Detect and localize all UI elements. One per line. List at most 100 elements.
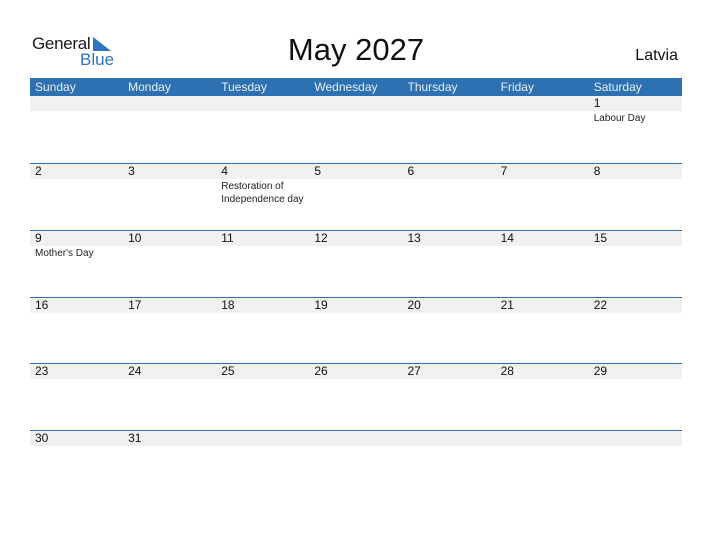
weekday-friday: Friday <box>500 80 534 94</box>
weekday-thursday: Thursday <box>407 80 458 94</box>
day-cell <box>309 96 402 125</box>
day-cell: 17 <box>123 298 216 314</box>
day-number: 14 <box>500 231 514 245</box>
week-row: 1 Labour Day <box>30 96 682 162</box>
day-cell: 27 <box>403 364 496 380</box>
day-number: 12 <box>314 231 328 245</box>
day-number: 1 <box>593 96 601 110</box>
day-number <box>408 96 496 111</box>
day-cell: 29 <box>589 364 682 380</box>
week-row: 23 24 25 26 27 28 29 <box>30 363 682 429</box>
day-number: 28 <box>500 364 514 378</box>
weekday-tuesday: Tuesday <box>221 80 267 94</box>
day-cell <box>309 431 402 447</box>
day-cell: 23 <box>30 364 123 380</box>
day-number <box>221 96 309 111</box>
calendar-title: May 2027 <box>287 32 425 67</box>
week-cells: 30 31 <box>30 431 682 447</box>
weekday-saturday: Saturday <box>593 80 642 94</box>
day-cell: 11 <box>216 231 309 260</box>
day-number <box>128 96 216 111</box>
week-row: 2 3 4 Restoration of Independence day 5 6 7 8 <box>30 163 682 229</box>
day-cell: 19 <box>309 298 402 314</box>
day-number: 25 <box>221 364 235 378</box>
day-cell: 12 <box>309 231 402 260</box>
week-cells: 16 17 18 19 20 21 22 <box>30 298 682 314</box>
day-cell <box>403 96 496 125</box>
weekday-monday: Monday <box>128 80 171 94</box>
day-number: 9 <box>35 231 42 245</box>
day-number: 16 <box>35 298 49 312</box>
day-number: 21 <box>500 298 514 312</box>
day-cell: 31 <box>123 431 216 447</box>
day-number: 8 <box>593 164 601 178</box>
day-number: 18 <box>221 298 235 312</box>
day-number: 19 <box>314 298 328 312</box>
day-number <box>594 431 682 446</box>
week-cells: 9 Mother's Day 10 11 12 13 14 15 <box>30 231 682 260</box>
day-cell: 26 <box>309 364 402 380</box>
day-number <box>501 431 589 446</box>
weekday-wednesday: Wednesday <box>314 80 378 94</box>
day-number: 6 <box>407 164 415 178</box>
day-cell: 14 <box>496 231 589 260</box>
day-cell <box>123 96 216 125</box>
day-cell: 28 <box>496 364 589 380</box>
day-number: 4 <box>221 164 228 178</box>
day-number: 7 <box>500 164 508 178</box>
day-cell: 21 <box>496 298 589 314</box>
day-cell: 5 <box>309 164 402 206</box>
day-number: 5 <box>314 164 322 178</box>
day-number: 23 <box>35 364 49 378</box>
day-cell: 20 <box>403 298 496 314</box>
day-number: 31 <box>128 431 142 445</box>
day-number: 24 <box>128 364 142 378</box>
day-cell: 16 <box>30 298 123 314</box>
day-cell: 25 <box>216 364 309 380</box>
day-number: 30 <box>35 431 49 445</box>
day-cell <box>589 431 682 447</box>
day-number <box>408 431 496 446</box>
day-number: 17 <box>128 298 142 312</box>
day-number <box>35 96 123 111</box>
day-cell: 24 <box>123 364 216 380</box>
day-number: 27 <box>407 364 421 378</box>
holiday-label: Restoration of Independence day <box>221 181 304 205</box>
holiday-label: Mother's Day <box>35 248 94 259</box>
day-cell <box>216 96 309 125</box>
day-cell <box>30 96 123 125</box>
day-number: 11 <box>221 231 234 245</box>
day-cell: 8 <box>589 164 682 206</box>
day-cell <box>403 431 496 447</box>
day-cell: 1 Labour Day <box>589 96 682 125</box>
day-cell <box>496 96 589 125</box>
day-number: 29 <box>593 364 608 378</box>
week-cells: 2 3 4 Restoration of Independence day 5 6 7 8 <box>30 164 682 206</box>
week-row: 9 Mother's Day 10 11 12 13 14 15 <box>30 230 682 296</box>
day-cell: 2 <box>30 164 123 206</box>
day-number: 13 <box>407 231 421 245</box>
day-cell <box>216 431 309 447</box>
day-number <box>501 96 589 111</box>
day-number: 3 <box>128 164 135 178</box>
holiday-label: Labour Day <box>593 113 646 124</box>
day-cell <box>496 431 589 447</box>
week-row: 30 31 <box>30 430 682 496</box>
day-cell: 4 Restoration of Independence day <box>216 164 309 206</box>
day-number: 10 <box>128 231 142 245</box>
day-cell: 9 Mother's Day <box>30 231 123 260</box>
day-cell: 22 <box>589 298 682 314</box>
day-number: 20 <box>407 298 421 312</box>
weekday-header: Sunday Monday Tuesday Wednesday Thursday… <box>30 78 682 96</box>
day-cell: 13 <box>403 231 496 260</box>
day-cell: 10 <box>123 231 216 260</box>
week-row: 16 17 18 19 20 21 22 <box>30 297 682 363</box>
day-number <box>314 96 402 111</box>
day-cell: 15 <box>589 231 682 260</box>
weekday-sunday: Sunday <box>35 80 76 94</box>
country-label: Latvia <box>635 47 678 64</box>
week-cells: 23 24 25 26 27 28 29 <box>30 364 682 380</box>
day-number: 26 <box>314 364 328 378</box>
day-number: 15 <box>593 231 608 245</box>
day-number <box>221 431 309 446</box>
